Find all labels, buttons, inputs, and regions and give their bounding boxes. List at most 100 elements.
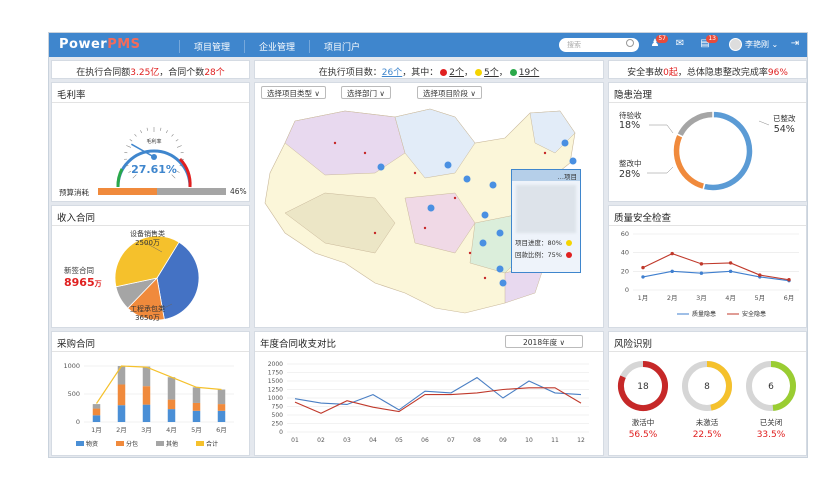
x-tick-label: 5月 — [754, 294, 765, 302]
quality-line-chart: 0 20 40 60 1月 2月 3月 4月 5月 6月质量隐患 安全隐患 — [621, 230, 799, 318]
bar-物资 — [117, 405, 126, 422]
bar-其他 — [167, 377, 176, 400]
gauge-tick — [146, 127, 148, 131]
data-point — [641, 265, 645, 270]
project-type-select[interactable]: 选择项目类型 ∨ — [261, 86, 326, 99]
safety-kpi: 安全事故0起，总体隐患整改完成率96% — [608, 60, 807, 79]
gauge-tick — [165, 130, 168, 134]
x-tick-label: 02 — [317, 437, 325, 444]
bar-其他 — [217, 389, 226, 405]
y-tick-label: 1250 — [268, 387, 283, 394]
pending-label: 待验收 18% — [619, 111, 642, 131]
y-tick-label: 1000 — [268, 395, 283, 402]
x-tick-label: 4月 — [725, 294, 736, 302]
x-tick-label: 08 — [473, 437, 481, 444]
x-tick-label: 03 — [343, 437, 351, 444]
search-icon[interactable] — [626, 39, 634, 47]
bar-其他 — [92, 404, 101, 409]
hazard-slice-2 — [675, 110, 714, 138]
x-tick-label: 07 — [447, 437, 455, 444]
user-name: 李艳刚 ⌄ — [745, 40, 779, 49]
bar-物资 — [217, 410, 226, 422]
purchase-bar-chart: 0 500 1000 1月 2月 3月 4月 5月 6月物资 分包 其他 合计 — [63, 362, 234, 448]
department-select[interactable]: 选择部门 ∨ — [341, 86, 391, 99]
tooltip-progress: 项目进度：80% — [515, 237, 577, 247]
hazard-title: 隐患治理 — [614, 90, 653, 101]
legend-swatch — [116, 441, 124, 446]
gross-margin-title: 毛利率 — [57, 90, 86, 101]
top-bar: PowerPMS 项目管理 企业管理 项目门户 搜索 ♟ 57 ✉ ▤ 13 李艳刚 ⌄… — [49, 33, 807, 57]
legend-swatch — [196, 441, 204, 446]
bar-物资 — [167, 409, 176, 422]
legend-safety: 安全隐患 — [742, 310, 766, 318]
gauge-tick — [140, 130, 143, 134]
risk-value: 8 — [704, 382, 710, 392]
risk-label: 激活中 — [632, 417, 655, 427]
x-tick-label: 3月 — [141, 426, 152, 434]
annual-card: 年度合同收支对比 2018年度 ∨ 0 250 500 750 1000 1250 1500… — [254, 331, 604, 456]
equipment-label: 设备销售类 2500万 — [130, 230, 165, 247]
legend-label: 合计 — [206, 440, 218, 448]
search-input[interactable]: 搜索 — [559, 38, 639, 52]
bar-分包 — [142, 386, 151, 405]
hazard-slice-0 — [702, 110, 754, 192]
y-tick-label: 750 — [272, 404, 284, 411]
gauge-tick — [134, 133, 137, 137]
risk-value: 18 — [637, 382, 649, 392]
bar-物资 — [192, 410, 201, 422]
yellow-status-dot — [475, 69, 483, 76]
annual-line-chart: 0250 500750 10001250 15001750 2000 01 02 03 04 05… — [268, 361, 589, 444]
x-tick-label: 2月 — [667, 294, 678, 302]
bar-物资 — [142, 404, 151, 422]
data-point — [641, 275, 645, 279]
risk-card: 风险识别 18 激活中 56.5% 8 未激活 22.5% 6 已关闭 33.5% — [608, 331, 807, 456]
tooltip-title: …项目 — [512, 170, 580, 181]
x-tick-label: 06 — [421, 437, 429, 444]
nav-enterprise-management[interactable]: 企业管理 — [244, 40, 295, 53]
data-point — [728, 261, 733, 265]
bar-分包 — [92, 408, 101, 416]
nav-project-management[interactable]: 项目管理 — [179, 40, 230, 53]
x-tick-label: 11 — [551, 437, 559, 444]
x-tick-label: 1月 — [91, 426, 102, 434]
user-menu[interactable]: 李艳刚 ⌄ — [729, 38, 778, 51]
bar-分包 — [217, 404, 226, 411]
x-tick-label: 10 — [525, 437, 533, 444]
x-tick-label: 6月 — [216, 426, 227, 434]
bar-其他 — [117, 366, 126, 385]
project-stage-select[interactable]: 选择项目阶段 ∨ — [417, 86, 482, 99]
new-contract-label: 新签合同 — [64, 266, 94, 275]
annual-title: 年度合同收支对比 — [260, 339, 337, 350]
chat-icon[interactable]: ✉ — [674, 38, 686, 50]
year-select[interactable]: 2018年度 ∨ — [505, 335, 583, 348]
y-tick-label: 60 — [621, 230, 629, 238]
data-point — [758, 273, 762, 277]
nav-project-portal[interactable]: 项目门户 — [309, 40, 360, 53]
y-tick-label: 250 — [272, 421, 284, 428]
x-tick-label: 2月 — [116, 426, 127, 434]
avatar — [729, 38, 742, 51]
blurred-content — [516, 185, 576, 233]
app-logo[interactable]: PowerPMS — [59, 37, 141, 52]
legend-swatch — [156, 441, 164, 446]
message-icon[interactable]: ▤ 13 — [699, 35, 718, 50]
gauge-tick — [176, 170, 180, 173]
x-tick-label: 6月 — [784, 294, 795, 302]
bell-icon[interactable]: ♟ 57 — [649, 35, 668, 50]
risk-percent: 56.5% — [629, 430, 658, 440]
y-tick-label: 0 — [76, 418, 80, 426]
risk-title: 风险识别 — [614, 339, 653, 350]
hazard-card: 隐患治理 待验收 18% 已整改 54% 整改中 28% — [608, 82, 807, 202]
income-contract-card: 收入合同 设备销售类 2500万 新签合同 8965万 工程承包类 3650万 — [51, 205, 250, 328]
x-tick-label: 5月 — [191, 426, 202, 434]
gross-margin-card: 毛利率 毛利率 27.61% 预算消耗 46% — [51, 82, 250, 202]
data-point — [670, 251, 674, 256]
bar-其他 — [142, 366, 151, 387]
gauge-tick — [175, 139, 179, 142]
logout-icon[interactable]: ⇥ — [789, 38, 801, 50]
engineering-label: 工程承包类 3650万 — [130, 305, 165, 322]
x-tick-label: 05 — [395, 437, 403, 444]
data-point — [787, 278, 791, 282]
data-point — [728, 269, 733, 274]
x-tick-label: 09 — [499, 437, 507, 444]
